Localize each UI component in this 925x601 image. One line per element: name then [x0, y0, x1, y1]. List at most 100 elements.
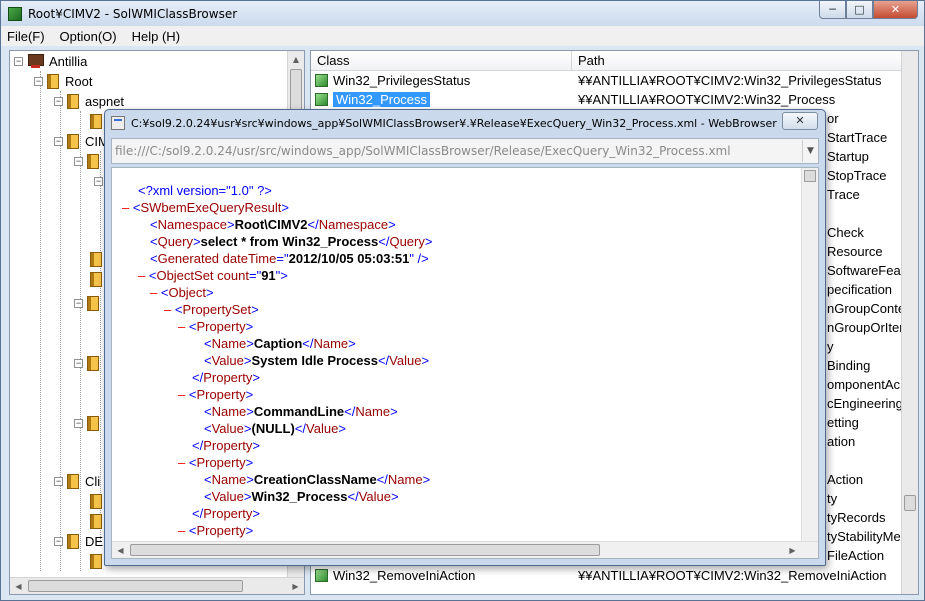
- tree-guide: [80, 111, 81, 571]
- tree-node-antillia[interactable]: − Antillia: [14, 51, 87, 71]
- tree-guide: [60, 91, 61, 571]
- browser-title: C:¥sol9.2.0.24¥usr¥src¥windows_app¥SolWM…: [131, 116, 777, 130]
- tree-node-root[interactable]: − Root: [34, 71, 92, 91]
- xml-property-open[interactable]: – <Property>: [178, 386, 253, 403]
- collapse-icon[interactable]: −: [74, 298, 83, 308]
- collapse-icon[interactable]: −: [54, 136, 63, 146]
- class-name-fragment[interactable]: y: [827, 337, 834, 356]
- class-name-fragment[interactable]: ation: [827, 432, 855, 451]
- collapse-icon[interactable]: −: [34, 76, 43, 86]
- menu-option[interactable]: Option(O): [60, 29, 117, 44]
- tree-node-aspnet[interactable]: − aspnet: [54, 91, 124, 111]
- folder-icon: [90, 271, 102, 287]
- tree-node-label: Antillia: [49, 53, 88, 69]
- address-text[interactable]: file:///C:/sol9.2.0.24/usr/src/windows_a…: [112, 144, 802, 158]
- column-header-path[interactable]: Path: [572, 51, 902, 71]
- list-row-selected[interactable]: Win32_Process ¥¥ANTILLIA¥ROOT¥CIMV2:Win3…: [311, 90, 901, 109]
- xml-property-open[interactable]: – <Property>: [178, 522, 253, 539]
- browser-close-button[interactable]: ✕: [782, 112, 818, 130]
- class-name: Win32_RemoveIniAction: [333, 568, 476, 583]
- xml-property-open[interactable]: – <Property>: [178, 318, 253, 335]
- maximize-button[interactable]: □: [846, 1, 873, 19]
- xml-property-open[interactable]: – <Property>: [178, 454, 253, 471]
- browser-vertical-scrollbar[interactable]: [801, 168, 818, 541]
- browser-titlebar[interactable]: C:¥sol9.2.0.24¥usr¥src¥windows_app¥SolWM…: [105, 110, 825, 136]
- xml-objectset-open[interactable]: – <ObjectSet count="91">: [138, 267, 288, 284]
- collapse-icon[interactable]: −: [54, 96, 63, 106]
- class-name-fragment[interactable]: nGroupConte: [827, 299, 905, 318]
- tree-node-folder[interactable]: −: [74, 293, 105, 313]
- xml-property-close: </Property>: [192, 370, 260, 385]
- class-name-fragment[interactable]: cEngineering: [827, 394, 903, 413]
- folder-icon: [67, 533, 79, 549]
- collapse-icon[interactable]: −: [54, 536, 63, 546]
- collapse-icon[interactable]: −: [74, 156, 83, 166]
- scroll-up-icon[interactable]: ▲: [288, 51, 304, 68]
- list-vertical-scrollbar[interactable]: [901, 51, 918, 594]
- tree-node-folder[interactable]: −: [74, 151, 105, 171]
- list-row[interactable]: Win32_PrivilegesStatus ¥¥ANTILLIA¥ROOT¥C…: [311, 71, 901, 90]
- collapse-icon[interactable]: −: [74, 418, 83, 428]
- chevron-down-icon[interactable]: ▼: [802, 140, 818, 162]
- tree-node-folder[interactable]: −: [74, 413, 105, 433]
- class-name-fragment[interactable]: nGroupOrIter: [827, 318, 904, 337]
- scroll-thumb[interactable]: [804, 170, 816, 182]
- tree-node-label: Cli: [85, 473, 101, 489]
- scroll-left-icon[interactable]: ◀: [112, 542, 129, 558]
- main-titlebar[interactable]: Root¥CIMV2 - SolWMIClassBrowser ─ □ ✕: [1, 1, 924, 26]
- scroll-thumb[interactable]: [904, 495, 916, 511]
- xml-object-open[interactable]: – <Object>: [150, 284, 214, 301]
- xml-root-open[interactable]: – <SWbemExeQueryResult>: [122, 199, 289, 216]
- class-name-fragment[interactable]: SoftwareFeat: [827, 261, 904, 280]
- menu-file[interactable]: File(F): [7, 29, 45, 44]
- class-name-fragment[interactable]: tyRecords: [827, 508, 886, 527]
- class-name-fragment[interactable]: Resource: [827, 242, 883, 261]
- class-name-fragment[interactable]: Check: [827, 223, 864, 242]
- tree-node-folder[interactable]: −: [74, 353, 105, 373]
- class-name-fragment[interactable]: Action: [827, 470, 863, 489]
- address-bar[interactable]: file:///C:/sol9.2.0.24/usr/src/windows_a…: [111, 138, 819, 164]
- class-name-fragment[interactable]: Binding: [827, 356, 870, 375]
- scroll-left-icon[interactable]: ◀: [10, 578, 27, 594]
- tree-horizontal-scrollbar[interactable]: ◀ ▶: [10, 577, 304, 594]
- scroll-thumb[interactable]: [28, 580, 243, 592]
- class-name-fragment[interactable]: tyStabilityMe: [827, 527, 901, 546]
- class-name-fragment[interactable]: Startup: [827, 147, 869, 166]
- scroll-right-icon[interactable]: ▶: [287, 578, 304, 594]
- menu-help[interactable]: Help (H): [132, 29, 180, 44]
- column-header-class[interactable]: Class: [311, 51, 572, 71]
- class-icon: [315, 74, 328, 87]
- tree-node-de[interactable]: − DE: [54, 531, 103, 551]
- class-name-fragment[interactable]: StopTrace: [827, 166, 887, 185]
- scroll-thumb[interactable]: [130, 544, 600, 556]
- browser-horizontal-scrollbar[interactable]: ◀ ▶: [112, 541, 818, 558]
- tree-guide: [40, 71, 41, 571]
- close-button[interactable]: ✕: [873, 1, 918, 19]
- class-name-fragment[interactable]: ty: [827, 489, 837, 508]
- folder-icon: [67, 133, 79, 149]
- window-controls: ─ □ ✕: [819, 1, 918, 19]
- class-name-fragment[interactable]: Trace: [827, 185, 860, 204]
- xml-propertyset-open[interactable]: – <PropertySet>: [164, 301, 259, 318]
- class-icon: [315, 93, 328, 106]
- tree-node-cli[interactable]: − Cli: [54, 471, 100, 491]
- collapse-icon[interactable]: −: [14, 56, 23, 66]
- class-name-fragment[interactable]: omponentAc: [827, 375, 900, 394]
- row-class-cell: Win32_RemoveIniAction: [315, 566, 475, 585]
- collapse-icon[interactable]: −: [94, 176, 103, 186]
- class-name-fragment[interactable]: etting: [827, 413, 859, 432]
- class-name-fragment[interactable]: FileAction: [827, 546, 884, 565]
- list-row[interactable]: Win32_RemoveIniAction ¥¥ANTILLIA¥ROOT¥CI…: [311, 566, 901, 585]
- minimize-button[interactable]: ─: [819, 1, 846, 19]
- class-name-fragment[interactable]: StartTrace: [827, 128, 887, 147]
- xml-document-view[interactable]: <?xml version="1.0" ?> – <SWbemExeQueryR…: [111, 167, 819, 559]
- scroll-right-icon[interactable]: ▶: [784, 542, 801, 558]
- class-name-fragment[interactable]: pecification: [827, 280, 892, 299]
- xml-declaration: <?xml version="1.0" ?>: [138, 183, 272, 198]
- collapse-icon[interactable]: −: [74, 358, 83, 368]
- collapse-icon[interactable]: −: [54, 476, 63, 486]
- xml-property-name: <Name>Caption</Name>: [204, 336, 356, 351]
- xml-property-value: <Value>(NULL)</Value>: [204, 421, 346, 436]
- class-name-fragment[interactable]: or: [827, 109, 839, 128]
- folder-icon: [87, 153, 99, 169]
